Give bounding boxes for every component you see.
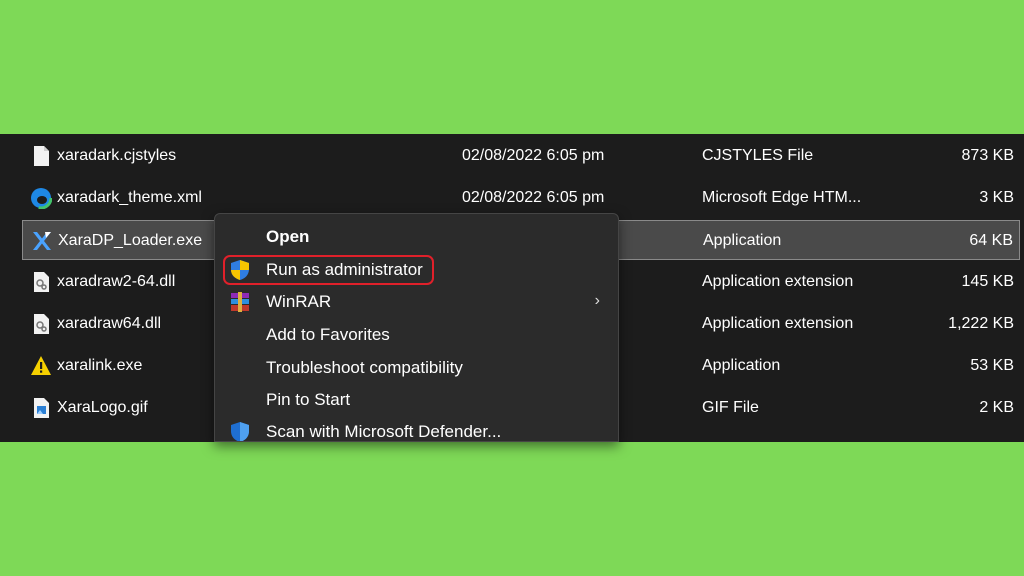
menu-item-label: Troubleshoot compatibility — [266, 358, 463, 377]
image-file-icon — [34, 398, 49, 418]
edge-icon — [30, 187, 52, 209]
winrar-icon — [231, 292, 249, 312]
file-type: GIF File — [702, 399, 759, 416]
file-type: CJSTYLES File — [702, 147, 814, 164]
file-size: 3 KB — [979, 189, 1014, 206]
menu-item-label: Add to Favorites — [266, 325, 390, 344]
dll-icon — [34, 314, 49, 334]
file-size: 873 KB — [961, 147, 1014, 164]
xara-app-icon — [33, 232, 51, 250]
file-row-xaradark-theme-xml[interactable]: xaradark_theme.xml 02/08/2022 6:05 pm Mi… — [22, 178, 1020, 218]
file-type: Microsoft Edge HTM... — [702, 189, 862, 206]
file-name: xaradraw64.dll — [57, 315, 162, 332]
context-menu: Open Run as administrator WinRAR › Add t… — [214, 213, 619, 442]
file-type: Application — [702, 357, 781, 374]
file-name: xaradraw2-64.dll — [57, 273, 176, 290]
file-name: xaradark.cjstyles — [57, 147, 177, 164]
menu-item-open[interactable]: Open — [215, 221, 618, 253]
file-size: 145 KB — [961, 273, 1014, 290]
file-name: XaraDP_Loader.exe — [58, 232, 203, 249]
file-type: Application extension — [702, 273, 854, 290]
file-row-xaradark-cjstyles[interactable]: xaradark.cjstyles 02/08/2022 6:05 pm CJS… — [22, 136, 1020, 176]
file-name: xaralink.exe — [57, 357, 143, 374]
file-date: 02/08/2022 6:05 pm — [462, 189, 605, 206]
file-size: 53 KB — [970, 357, 1014, 374]
defender-shield-icon — [231, 422, 249, 441]
menu-item-label: WinRAR — [266, 292, 332, 311]
chevron-right-icon: › — [594, 292, 600, 309]
file-size: 64 KB — [969, 232, 1013, 249]
file-name: xaradark_theme.xml — [57, 189, 202, 206]
warning-app-icon — [31, 356, 51, 375]
file-type: Application — [703, 232, 782, 249]
file-name: XaraLogo.gif — [57, 399, 148, 416]
file-type: Application extension — [702, 315, 854, 332]
menu-item-add-to-favorites[interactable]: Add to Favorites — [215, 319, 618, 351]
menu-item-label: Open — [266, 227, 310, 246]
annotation-highlight-box — [223, 255, 434, 285]
menu-item-winrar[interactable]: WinRAR › — [215, 286, 618, 318]
menu-item-label: Pin to Start — [266, 390, 351, 409]
document-icon — [34, 146, 49, 166]
menu-item-pin-to-start[interactable]: Pin to Start — [215, 384, 618, 416]
file-size: 1,222 KB — [948, 315, 1014, 332]
menu-item-scan-with-defender[interactable]: Scan with Microsoft Defender... — [215, 416, 618, 441]
file-date: 02/08/2022 6:05 pm — [462, 147, 605, 164]
menu-item-label: Scan with Microsoft Defender... — [266, 422, 502, 441]
file-size: 2 KB — [979, 399, 1014, 416]
dll-icon — [34, 272, 49, 292]
menu-item-troubleshoot-compatibility[interactable]: Troubleshoot compatibility — [215, 352, 618, 384]
